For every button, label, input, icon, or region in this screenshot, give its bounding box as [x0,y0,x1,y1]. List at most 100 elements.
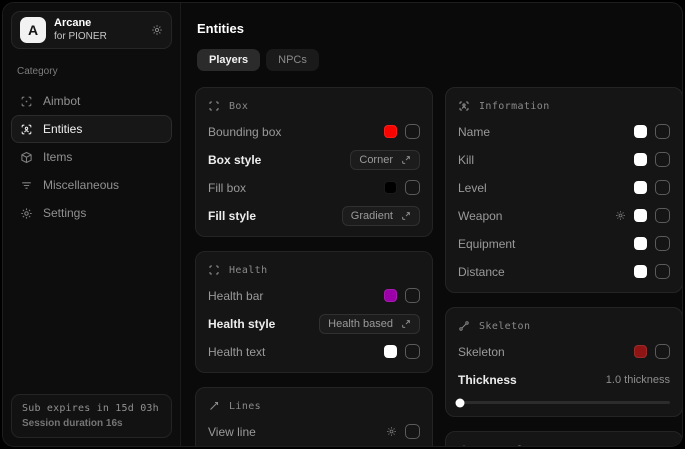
checkbox[interactable] [405,288,420,303]
sun-icon [458,444,470,447]
app-logo: A [20,17,46,43]
setting-row-view-line: View line [208,423,420,440]
sidebar-item-label: Miscellaneous [43,178,119,192]
bone-icon [458,320,470,332]
box-corners-icon [208,100,220,112]
setting-label: Kill [458,153,474,167]
brand-card: A Arcane for PIONER [11,11,172,49]
panel-general: General Visibility check Max distance [445,431,683,447]
setting-row-bounding-box: Bounding box [208,123,420,140]
health-style-select[interactable]: Health based [319,314,420,334]
setting-label: Level [458,181,487,195]
gear-icon[interactable] [386,426,397,437]
page-title: Entities [197,21,683,36]
checkbox[interactable] [655,208,670,223]
color-swatch[interactable] [634,237,647,250]
checkbox[interactable] [655,180,670,195]
tab-npcs[interactable]: NPCs [266,49,319,71]
category-label: Category [17,66,166,77]
setting-row-kill: Kill [458,151,670,168]
panel-information: Information Name Kill [445,87,683,293]
color-swatch[interactable] [634,345,647,358]
box-style-select[interactable]: Corner [350,150,420,170]
setting-label: View line [208,425,256,439]
checkbox[interactable] [405,344,420,359]
color-swatch[interactable] [634,265,647,278]
sidebar-item-label: Items [43,150,72,164]
setting-row-equipment: Equipment [458,235,670,252]
checkbox[interactable] [405,424,420,439]
cube-icon [20,151,33,164]
setting-label: Fill box [208,181,246,195]
selected-value: Corner [359,154,393,166]
slider-handle[interactable] [456,398,465,407]
color-swatch[interactable] [634,181,647,194]
setting-label: Fill style [208,209,256,223]
setting-row-distance: Distance [458,263,670,280]
sidebar-item-entities[interactable]: Entities [11,115,172,143]
checkbox[interactable] [655,152,670,167]
setting-row-health-style: Health style Health based [208,315,420,332]
app-tagline: for PIONER [54,31,107,44]
gear-icon[interactable] [151,24,163,36]
fill-style-select[interactable]: Gradient [342,206,420,226]
subscription-card: Sub expires in 15d 03h Session duration … [11,394,172,438]
setting-label: Equipment [458,237,515,251]
panel-lines: Lines View line Line to enemy [195,387,433,447]
app-window: A Arcane for PIONER Category Aimbot Enti… [2,2,683,447]
gear-icon [20,207,33,220]
panel-box: Box Bounding box Box style Cor [195,87,433,237]
sidebar-item-aimbot[interactable]: Aimbot [11,87,172,115]
panel-title: Health [229,265,268,276]
selected-value: Health based [328,318,393,330]
slider-value: 1.0 thickness [606,374,670,386]
panel-title: Skeleton [479,321,530,332]
setting-row-name: Name [458,123,670,140]
color-swatch[interactable] [384,125,397,138]
checkbox[interactable] [655,344,670,359]
color-swatch[interactable] [634,209,647,222]
setting-row-fill-style: Fill style Gradient [208,207,420,224]
tab-bar: Players NPCs [197,49,683,71]
sidebar-item-settings[interactable]: Settings [11,199,172,227]
color-swatch[interactable] [384,181,397,194]
health-corners-icon [208,264,220,276]
panel-title: Information [479,101,550,112]
setting-label: Health text [208,345,265,359]
checkbox[interactable] [655,236,670,251]
setting-row-thickness: Thickness 1.0 thickness [458,371,670,388]
person-scan-icon [458,100,470,112]
main-content: Entities Players NPCs Box Bounding box [181,3,683,446]
setting-label: Thickness [458,373,517,387]
setting-label: Weapon [458,209,502,223]
setting-label: Health bar [208,289,263,303]
panel-health: Health Health bar Health style [195,251,433,373]
panel-title: General [479,445,524,448]
sidebar-item-miscellaneous[interactable]: Miscellaneous [11,171,172,199]
checkbox[interactable] [655,124,670,139]
checkbox[interactable] [405,124,420,139]
thickness-slider[interactable] [458,401,670,404]
color-swatch[interactable] [634,153,647,166]
setting-label: Distance [458,265,505,279]
setting-label: Name [458,125,490,139]
selected-value: Gradient [351,210,393,222]
crosshair-icon [20,95,33,108]
setting-row-skeleton: Skeleton [458,343,670,360]
setting-row-health-text: Health text [208,343,420,360]
checkbox[interactable] [655,264,670,279]
sidebar-item-items[interactable]: Items [11,143,172,171]
panel-skeleton: Skeleton Skeleton Thickness 1.0 thicknes… [445,307,683,417]
sidebar-item-label: Entities [43,122,82,136]
expand-icon [401,211,411,221]
color-swatch[interactable] [634,125,647,138]
panel-title: Lines [229,401,261,412]
sidebar-item-label: Settings [43,206,86,220]
color-swatch[interactable] [384,345,397,358]
app-name: Arcane [54,17,107,31]
checkbox[interactable] [405,180,420,195]
gear-icon[interactable] [615,210,626,221]
diagonal-line-icon [208,400,220,412]
tab-players[interactable]: Players [197,49,260,71]
color-swatch[interactable] [384,289,397,302]
